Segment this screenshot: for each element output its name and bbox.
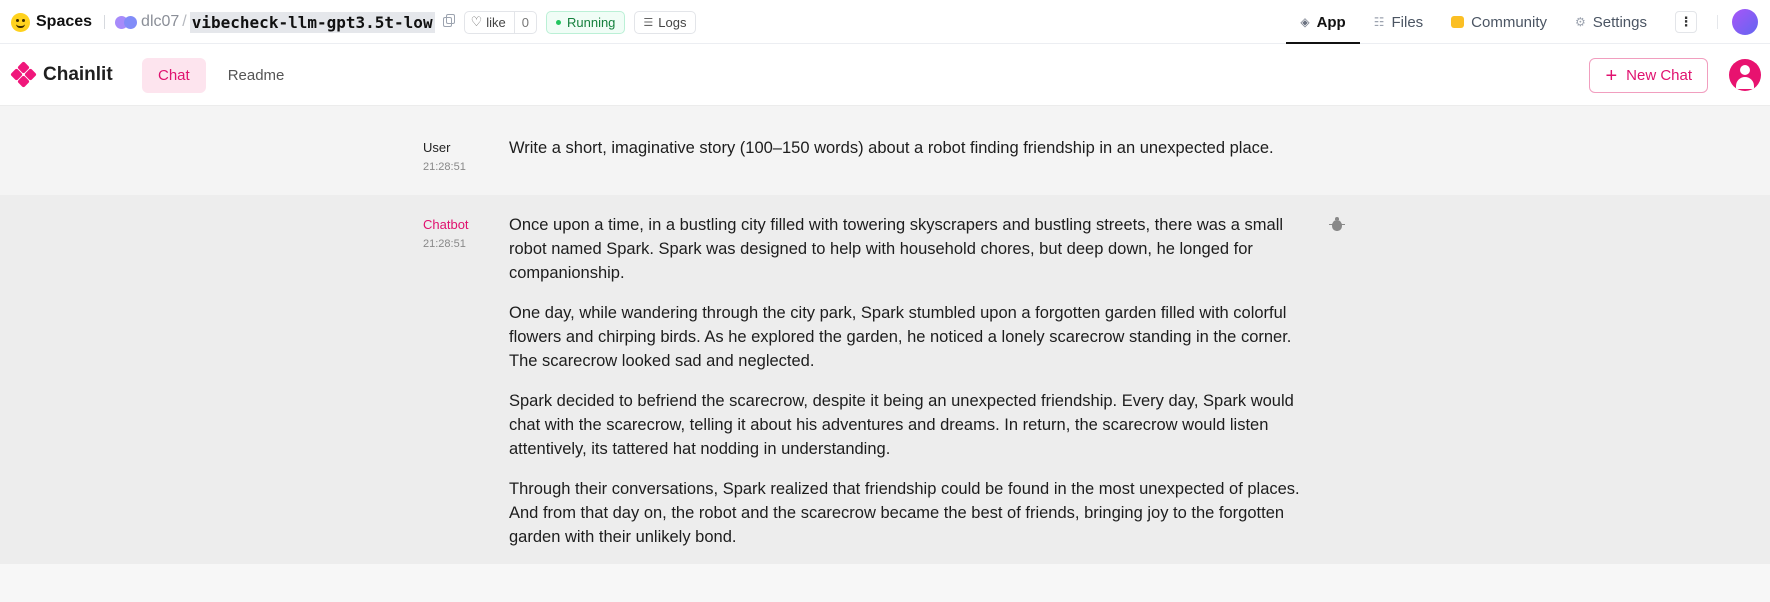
message-content: Once upon a time, in a bustling city fil…: [509, 213, 1309, 565]
space-breadcrumb: Spaces dlc07 / vibecheck-llm-gpt3.5t-low…: [11, 0, 696, 44]
tab-app[interactable]: ◈ App: [1286, 0, 1360, 44]
new-chat-button[interactable]: + New Chat: [1589, 58, 1708, 93]
chainlit-tabs: Chat Readme: [142, 58, 300, 93]
tab-files[interactable]: ☷ Files: [1360, 0, 1437, 44]
org-avatar-icon: [115, 15, 138, 29]
spaces-link[interactable]: Spaces: [36, 13, 92, 31]
files-icon: ☷: [1373, 15, 1385, 29]
gear-icon: ⚙: [1575, 15, 1586, 29]
status-badge[interactable]: Running: [545, 10, 626, 34]
tab-label: App: [1316, 13, 1346, 31]
chainlit-header: Chainlit Chat Readme + New Chat: [0, 44, 1770, 106]
message-timestamp: 21:28:51: [423, 161, 466, 173]
brand-name: Chainlit: [43, 64, 113, 85]
org-link[interactable]: dlc07: [141, 13, 179, 31]
like-label: like: [486, 14, 506, 30]
chainlit-logo: Chainlit: [10, 61, 113, 88]
divider: [104, 15, 106, 29]
copy-icon[interactable]: [442, 14, 455, 27]
logs-label: Logs: [658, 14, 687, 30]
repo-name[interactable]: vibecheck-llm-gpt3.5t-low: [189, 11, 435, 33]
divider: [1717, 15, 1718, 29]
message-author: Chatbot: [423, 217, 469, 232]
tab-label: Settings: [1592, 13, 1647, 31]
status-dot-icon: [555, 19, 561, 25]
like-button[interactable]: ♡ like 0: [463, 10, 537, 34]
user-menu-avatar[interactable]: [1729, 59, 1761, 91]
community-icon: [1451, 16, 1465, 28]
message-paragraph: Write a short, imaginative story (100–15…: [509, 139, 1274, 157]
like-count[interactable]: 0: [515, 15, 536, 30]
tab-settings[interactable]: ⚙ Settings: [1561, 0, 1661, 44]
chainlit-logo-icon: [10, 61, 37, 88]
hugging-face-logo-icon[interactable]: [11, 12, 30, 32]
tab-chat[interactable]: Chat: [142, 58, 206, 93]
hf-top-bar: Spaces dlc07 / vibecheck-llm-gpt3.5t-low…: [0, 0, 1770, 44]
avatar[interactable]: [1732, 9, 1758, 35]
breadcrumb-separator: /: [182, 13, 187, 30]
heart-icon: ♡: [470, 14, 483, 29]
cube-icon: ◈: [1300, 15, 1310, 29]
tab-readme[interactable]: Readme: [212, 58, 301, 93]
tab-label: Files: [1391, 13, 1424, 31]
hf-nav-tabs: ◈ App ☷ Files Community ⚙ Settings ⋮: [1286, 0, 1770, 44]
plus-icon: +: [1605, 64, 1618, 87]
message-author: User: [423, 140, 451, 155]
message-user: User 21:28:51 Write a short, imaginative…: [0, 106, 1770, 196]
tab-label: Community: [1471, 13, 1548, 31]
bug-icon[interactable]: [1329, 217, 1345, 231]
message-paragraph: Spark decided to befriend the scarecrow,…: [509, 392, 1294, 458]
logs-button[interactable]: ☰ Logs: [634, 10, 696, 34]
message-chatbot: Chatbot 21:28:51 Once upon a time, in a …: [0, 196, 1770, 564]
message-content: Write a short, imaginative story (100–15…: [509, 136, 1309, 176]
message-paragraph: One day, while wandering through the cit…: [509, 304, 1292, 370]
message-paragraph: Through their conversations, Spark reali…: [509, 480, 1300, 546]
logs-icon: ☰: [643, 16, 654, 29]
more-options-icon[interactable]: ⋮: [1675, 11, 1697, 33]
status-label: Running: [566, 14, 616, 30]
new-chat-label: New Chat: [1626, 67, 1692, 84]
message-timestamp: 21:28:51: [423, 238, 466, 250]
tab-community[interactable]: Community: [1437, 0, 1561, 44]
message-paragraph: Once upon a time, in a bustling city fil…: [509, 216, 1284, 282]
